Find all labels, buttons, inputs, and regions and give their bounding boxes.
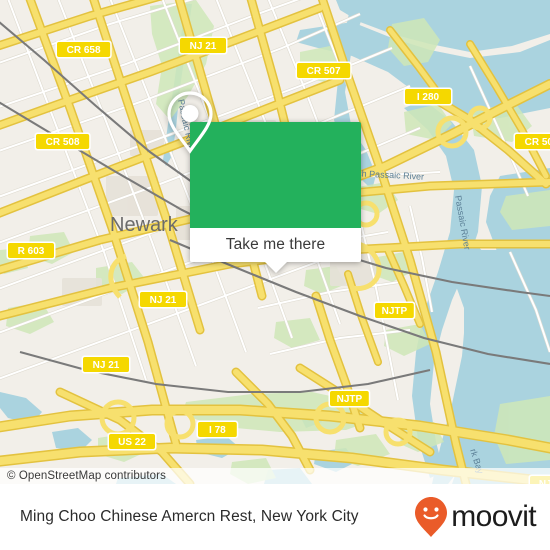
road-shield-label: NJ 21 bbox=[150, 295, 177, 306]
popup-tail-icon bbox=[264, 262, 287, 273]
page-footer: Ming Choo Chinese Amercn Rest, New York … bbox=[0, 484, 550, 550]
place-label-newark: Newark bbox=[110, 214, 179, 236]
road-shield: CR 658 bbox=[55, 40, 112, 59]
road-shield-label: NJTP bbox=[337, 394, 363, 405]
road-shield: NJ 21 bbox=[81, 355, 131, 374]
moovit-pin-smiley-icon bbox=[415, 497, 448, 537]
road-shield: NJTP bbox=[373, 301, 416, 320]
location-popup[interactable]: Take me there bbox=[167, 91, 361, 273]
road-shield-label: CR 508 bbox=[46, 137, 80, 148]
moovit-wordmark: moovit bbox=[451, 500, 536, 533]
road-shield-label: NJTP bbox=[382, 306, 408, 317]
road-shield: CR 508 bbox=[513, 132, 550, 151]
road-shield-label: CR 658 bbox=[67, 45, 101, 56]
road-shield-label: NJ 21 bbox=[190, 41, 217, 52]
road-shield: NJTP bbox=[328, 389, 371, 408]
road-shield-label: I 78 bbox=[209, 425, 226, 436]
road-shield-label: CR 507 bbox=[307, 66, 341, 77]
road-shield: R 603 bbox=[6, 241, 56, 260]
road-shield: I 78 bbox=[196, 420, 239, 439]
road-shield: CR 507 bbox=[295, 61, 352, 80]
road-shield: NJ 21 bbox=[178, 36, 228, 55]
road-shield-label: NJ 21 bbox=[93, 360, 120, 371]
road-shield: US 22 bbox=[107, 432, 157, 451]
map-screenshot-root: Passaic River ach Passaic River Passaic … bbox=[0, 0, 550, 550]
road-shield-label: I 280 bbox=[417, 92, 440, 103]
popup-header bbox=[167, 91, 361, 228]
road-shield: I 280 bbox=[403, 87, 453, 106]
popup-footer[interactable]: Take me there bbox=[190, 228, 361, 273]
road-shield-label: CR 508 bbox=[525, 137, 550, 148]
road-shield: CR 508 bbox=[34, 132, 91, 151]
road-shield-label: R 603 bbox=[18, 246, 45, 257]
take-me-there-label: Take me there bbox=[225, 236, 326, 253]
place-title: Ming Choo Chinese Amercn Rest, New York … bbox=[20, 508, 359, 525]
moovit-logo[interactable]: moovit bbox=[414, 484, 537, 550]
osm-attribution[interactable]: © OpenStreetMap contributors bbox=[0, 468, 550, 484]
map-pin-icon bbox=[167, 91, 213, 154]
road-shield: NJ 21 bbox=[138, 290, 188, 309]
map-canvas[interactable]: Passaic River ach Passaic River Passaic … bbox=[0, 0, 550, 484]
road-shield-label: US 22 bbox=[118, 437, 146, 448]
